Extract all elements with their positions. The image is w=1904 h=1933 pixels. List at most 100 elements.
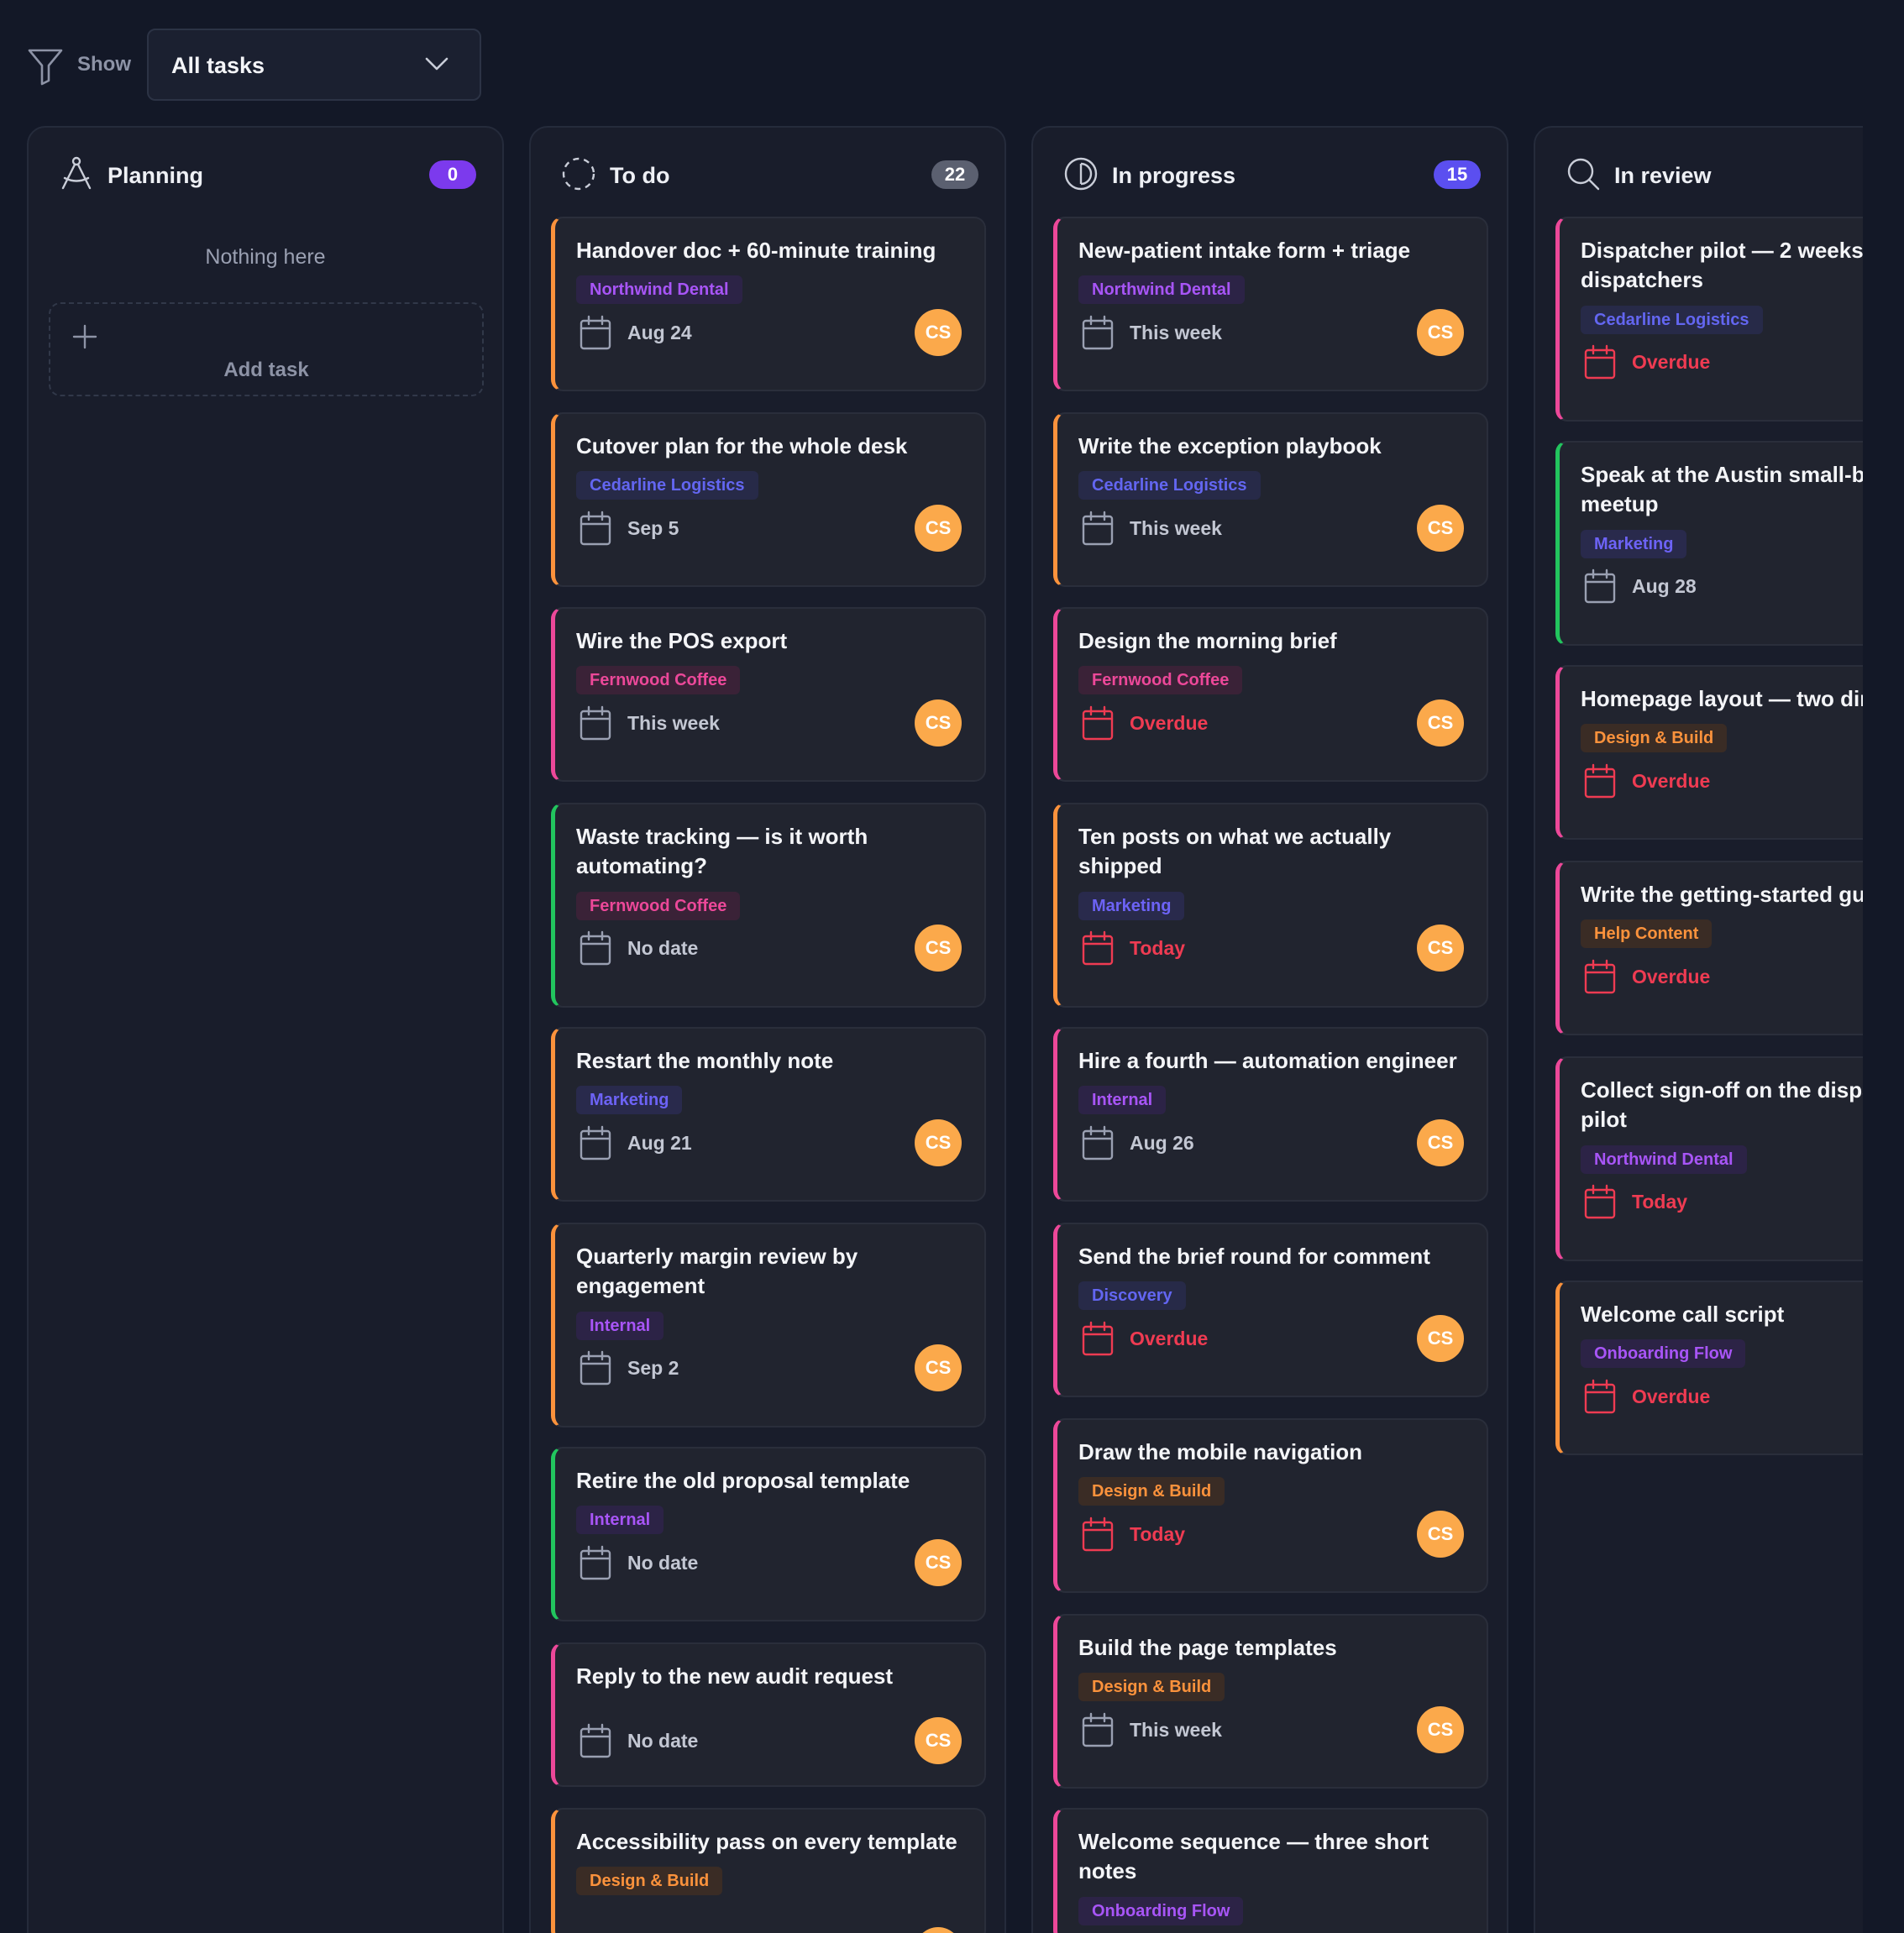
half-circle-icon [1064, 157, 1098, 191]
task-card[interactable]: Wire the POS export Fernwood Coffee This w… [551, 607, 986, 782]
project-tag[interactable]: Fernwood Coffee [576, 666, 741, 694]
plus-icon [72, 324, 97, 349]
calendar-icon [1082, 705, 1114, 741]
due-date: Overdue [1130, 1328, 1209, 1349]
task-title: Dispatcher pilot — 2 weeks, dispatchers [1581, 238, 1863, 292]
task-card[interactable]: Waste tracking — is it worth automating?… [551, 803, 986, 1008]
assignee-avatar[interactable]: CS [915, 1119, 962, 1166]
project-tag[interactable]: Cedarline Logistics [1078, 471, 1261, 500]
task-card[interactable]: Ten posts on what we actually shipped Mar… [1053, 803, 1488, 1008]
assignee-avatar[interactable]: CS [1417, 1511, 1464, 1558]
due-date: Aug 28 [1632, 575, 1697, 597]
project-tag[interactable]: Internal [576, 1506, 664, 1534]
task-title: Write the exception playbook [1078, 433, 1382, 458]
assignee-avatar[interactable]: CS [915, 309, 962, 356]
dashed-circle-icon [562, 157, 595, 191]
task-card[interactable]: Speak at the Austin small-bu meetup Marke… [1555, 441, 1863, 646]
task-title: Retire the old proposal template [576, 1468, 910, 1493]
column-title: Planning [108, 163, 203, 188]
assignee-avatar[interactable]: CS [1417, 505, 1464, 552]
due-date: Aug 26 [1130, 1132, 1194, 1154]
project-tag[interactable]: Design & Build [1581, 724, 1728, 752]
task-card[interactable]: Write the getting-started gu Help Content… [1555, 861, 1863, 1035]
assignee-avatar[interactable]: CS [915, 505, 962, 552]
project-tag[interactable]: Fernwood Coffee [576, 892, 741, 920]
assignee-avatar[interactable]: CS [915, 699, 962, 746]
calendar-icon [580, 1125, 611, 1160]
task-title: Wire the POS export [576, 628, 788, 653]
assignee-avatar[interactable]: CS [1417, 1119, 1464, 1166]
task-card[interactable]: New-patient intake form + triage Northwin… [1053, 217, 1488, 391]
project-tag[interactable]: Fernwood Coffee [1078, 666, 1243, 694]
task-card[interactable]: Welcome sequence — three short notes Onbo… [1053, 1808, 1488, 1933]
calendar-icon [580, 930, 611, 966]
column-todo: To do 22 Handover doc + 60-minute traini… [529, 126, 1006, 1933]
project-tag[interactable]: Discovery [1078, 1281, 1186, 1310]
calendar-icon [1584, 763, 1616, 799]
assignee-avatar[interactable]: CS [1417, 699, 1464, 746]
task-card[interactable]: Send the brief round for comment Discover… [1053, 1223, 1488, 1397]
task-card[interactable]: Build the page templates Design & Build Th… [1053, 1614, 1488, 1789]
task-card[interactable]: Welcome call script Onboarding Flow Overdu… [1555, 1281, 1863, 1455]
project-tag[interactable]: Help Content [1581, 919, 1713, 948]
assignee-avatar[interactable]: CS [915, 925, 962, 972]
assignee-avatar[interactable]: CS [1417, 1315, 1464, 1362]
assignee-avatar[interactable]: CS [1417, 1706, 1464, 1753]
add-task-label: Add task [223, 359, 309, 381]
task-card[interactable]: Quarterly margin review by engagement Int… [551, 1223, 986, 1427]
project-tag[interactable]: Internal [1078, 1086, 1167, 1114]
task-card[interactable]: Accessibility pass on every template Desi… [551, 1808, 986, 1933]
task-title: Write the getting-started gu [1581, 882, 1863, 907]
due-date: Today [1130, 937, 1186, 959]
add-task-button[interactable]: Add task [49, 302, 484, 396]
project-tag[interactable]: Northwind Dental [576, 275, 742, 304]
project-tag[interactable]: Cedarline Logistics [1581, 306, 1763, 334]
task-card[interactable]: Cutover plan for the whole desk Cedarline… [551, 412, 986, 587]
project-tag[interactable]: Northwind Dental [1581, 1145, 1747, 1174]
project-tag[interactable]: Northwind Dental [1078, 275, 1245, 304]
task-title: Accessibility pass on every template [576, 1829, 957, 1854]
task-card[interactable]: Write the exception playbook Cedarline Lo… [1053, 412, 1488, 587]
task-card[interactable]: Dispatcher pilot — 2 weeks, dispatchers C… [1555, 217, 1863, 422]
task-card[interactable]: Homepage layout — two dire Design & Build… [1555, 665, 1863, 840]
task-card[interactable]: Restart the monthly note Marketing Aug 21 C… [551, 1027, 986, 1202]
task-title: Send the brief round for comment [1078, 1244, 1430, 1269]
calendar-icon [1082, 1321, 1114, 1356]
assignee-avatar[interactable]: CS [915, 1927, 962, 1933]
task-card[interactable]: Draw the mobile navigation Design & Build… [1053, 1418, 1488, 1593]
due-date: Overdue [1632, 351, 1711, 373]
project-tag[interactable]: Onboarding Flow [1581, 1339, 1746, 1368]
task-card[interactable]: Collect sign-off on the dispa pilot North… [1555, 1056, 1863, 1261]
calendar-icon [580, 1545, 611, 1580]
assignee-avatar[interactable]: CS [1417, 309, 1464, 356]
task-title: Draw the mobile navigation [1078, 1439, 1363, 1464]
due-date: Overdue [1632, 770, 1711, 792]
calendar-icon [1082, 1517, 1114, 1552]
column-count-badge: 15 [1434, 160, 1481, 189]
task-card[interactable]: Design the morning brief Fernwood Coffee O… [1053, 607, 1488, 782]
task-title: Hire a fourth — automation engineer [1078, 1048, 1457, 1073]
task-card[interactable]: Handover doc + 60-minute training Northwi… [551, 217, 986, 391]
project-tag[interactable]: Marketing [1581, 530, 1687, 558]
assignee-avatar[interactable]: CS [915, 1717, 962, 1764]
task-title: Restart the monthly note [576, 1048, 834, 1073]
due-date: No date [627, 1552, 699, 1574]
calendar-icon [1082, 930, 1114, 966]
project-tag[interactable]: Design & Build [1078, 1477, 1225, 1506]
project-tag[interactable]: Onboarding Flow [1078, 1897, 1244, 1925]
project-tag[interactable]: Marketing [576, 1086, 683, 1114]
project-tag[interactable]: Internal [576, 1312, 664, 1340]
project-tag[interactable]: Design & Build [576, 1867, 723, 1895]
task-card[interactable]: Hire a fourth — automation engineer Inter… [1053, 1027, 1488, 1202]
project-tag[interactable]: Cedarline Logistics [576, 471, 758, 500]
due-date: This week [627, 712, 720, 734]
task-title: Collect sign-off on the dispa pilot [1581, 1077, 1863, 1132]
task-card[interactable]: Reply to the new audit request No date CS [551, 1642, 986, 1787]
task-card[interactable]: Retire the old proposal template Internal… [551, 1447, 986, 1621]
project-tag[interactable]: Design & Build [1078, 1673, 1225, 1701]
assignee-avatar[interactable]: CS [915, 1539, 962, 1586]
task-title: Waste tracking — is it worth automating? [576, 824, 868, 878]
project-tag[interactable]: Marketing [1078, 892, 1185, 920]
assignee-avatar[interactable]: CS [1417, 925, 1464, 972]
assignee-avatar[interactable]: CS [915, 1344, 962, 1391]
